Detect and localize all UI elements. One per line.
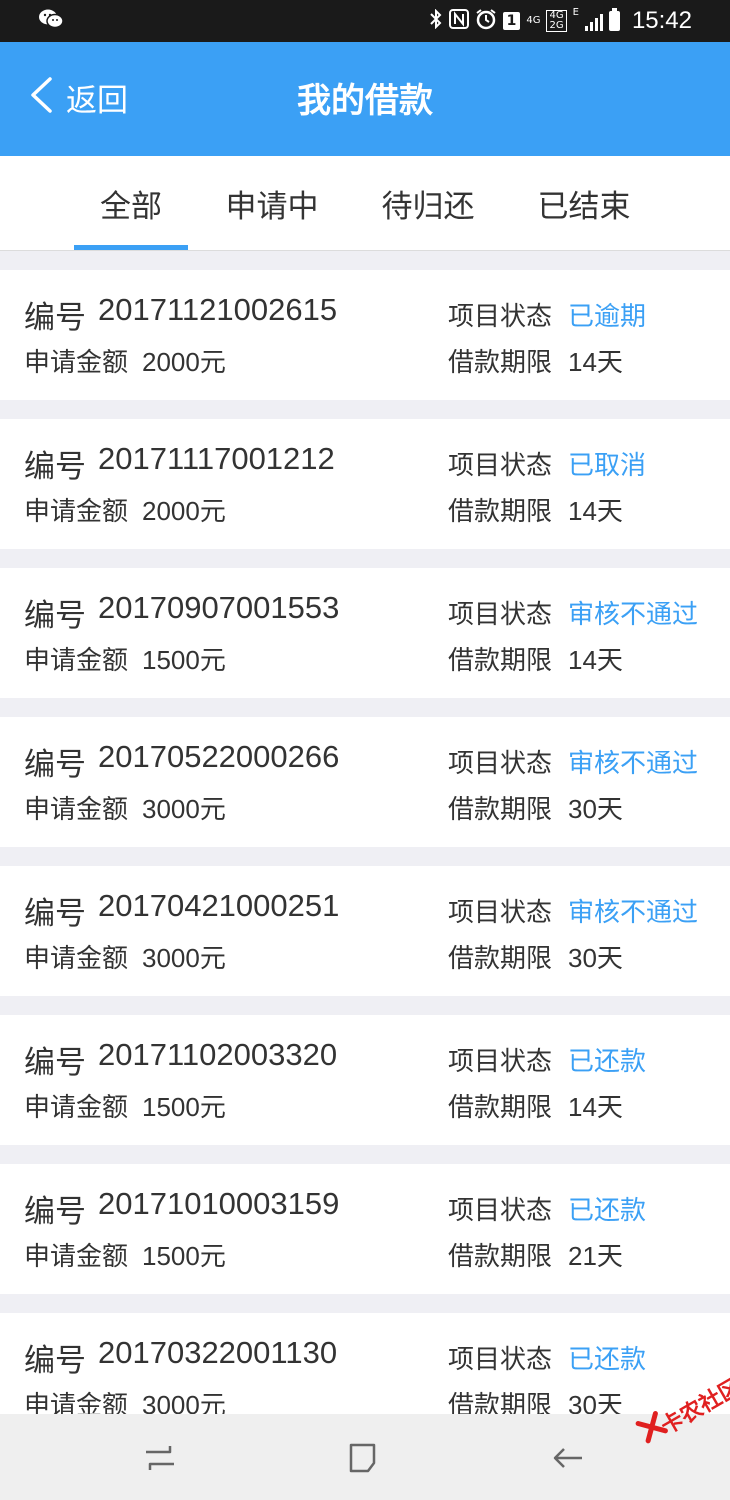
status-label: 项目状态 [448,600,553,630]
loan-card[interactable]: 编号 20170421000251 项目状态 审核不通过 申请金额 3000元 … [0,866,730,996]
amount-value: 1500元 [142,1092,226,1122]
loan-id-label: 编号 [24,896,86,932]
status-label: 项目状态 [448,1047,553,1077]
tab-label: 全部 [100,188,162,225]
amount-value: 2000元 [142,347,226,377]
status-value: 审核不通过 [568,749,699,779]
status-value: 已还款 [568,1196,647,1226]
loan-id-label: 编号 [24,1194,86,1230]
amount-label: 申请金额 [24,348,129,378]
tab-all[interactable]: 全部 [74,156,188,250]
tab-applying[interactable]: 申请中 [212,156,332,250]
term-label: 借款期限 [448,348,553,378]
status-value: 已还款 [568,1047,647,1077]
amount-value: 1500元 [142,1241,226,1271]
status-label: 项目状态 [448,749,553,779]
amount-label: 申请金额 [24,497,129,527]
back-arrow-icon[interactable] [550,1440,586,1476]
status-label: 项目状态 [448,1196,553,1226]
loan-id: 20171102003320 [98,1037,338,1072]
loan-card[interactable]: 编号 20171117001212 项目状态 已取消 申请金额 2000元 借款… [0,419,730,549]
loan-id: 20171010003159 [98,1186,340,1221]
term-label: 借款期限 [448,944,553,974]
amount-label: 申请金额 [24,944,129,974]
tab-to-repay[interactable]: 待归还 [368,156,488,250]
nfc-icon [448,9,469,33]
loan-card[interactable]: 编号 20170907001553 项目状态 审核不通过 申请金额 1500元 … [0,568,730,698]
loan-id-label: 编号 [24,747,86,783]
term-value: 30天 [568,794,623,824]
recent-apps-icon[interactable] [142,1440,178,1476]
amount-label: 申请金额 [24,1242,129,1272]
system-nav-bar [0,1414,730,1500]
loan-id-label: 编号 [24,449,86,485]
status-value: 已取消 [568,451,647,481]
term-value: 30天 [568,943,623,973]
amount-label: 申请金额 [24,1093,129,1123]
tab-label: 已结束 [537,188,631,225]
term-value: 14天 [568,1092,623,1122]
alarm-icon [475,8,497,34]
term-value: 14天 [568,645,623,675]
tab-label: 待归还 [381,188,475,225]
wechat-icon [38,8,64,34]
amount-value: 1500元 [142,645,226,675]
term-value: 14天 [568,347,623,377]
battery-icon [608,8,620,31]
loan-id: 20170522000266 [98,739,340,774]
loan-card[interactable]: 编号 20171102003320 项目状态 已还款 申请金额 1500元 借款… [0,1015,730,1145]
loan-id: 20170322001130 [98,1335,338,1370]
term-value: 21天 [568,1241,623,1271]
page-title: 我的借款 [297,81,433,121]
status-value: 审核不通过 [568,898,699,928]
amount-label: 申请金额 [24,795,129,825]
status-label: 项目状态 [448,451,553,481]
status-bar: 1 4G 4G 2G E 15:42 [0,0,730,42]
status-label: 项目状态 [448,1345,553,1375]
loan-id-label: 编号 [24,1343,86,1379]
sim-badge: 1 [502,12,521,30]
tab-bar: 全部 申请中 待归还 已结束 [0,156,730,251]
app-header: 返回 我的借款 [0,42,730,156]
loan-id-label: 编号 [24,598,86,634]
term-label: 借款期限 [448,795,553,825]
clock: 15:42 [631,7,692,34]
network-indicator-e: E [572,7,579,18]
loan-card[interactable]: 编号 20171121002615 项目状态 已逾期 申请金额 2000元 借款… [0,270,730,400]
loan-id: 20171117001212 [98,441,335,476]
status-label: 项目状态 [448,302,553,332]
amount-value: 3000元 [142,943,226,973]
status-value: 已逾期 [568,302,647,332]
loan-id-label: 编号 [24,300,86,336]
amount-value: 3000元 [142,794,226,824]
term-label: 借款期限 [448,497,553,527]
loan-id: 20170907001553 [98,590,340,625]
network-indicator-b: 4G 2G [546,10,567,32]
bluetooth-icon [429,8,443,33]
status-value: 已还款 [568,1345,647,1375]
tab-finished[interactable]: 已结束 [524,156,644,250]
loan-card[interactable]: 编号 20171010003159 项目状态 已还款 申请金额 1500元 借款… [0,1164,730,1294]
loan-id: 20171121002615 [98,292,338,327]
tab-label: 申请中 [225,188,319,225]
loan-card[interactable]: 编号 20170522000266 项目状态 审核不通过 申请金额 3000元 … [0,717,730,847]
term-label: 借款期限 [448,1242,553,1272]
home-icon[interactable] [346,1440,382,1476]
loan-id-label: 编号 [24,1045,86,1081]
signal-icon [584,11,603,31]
status-label: 项目状态 [448,898,553,928]
status-value: 审核不通过 [568,600,699,630]
term-label: 借款期限 [448,646,553,676]
loan-list: 编号 20171121002615 项目状态 已逾期 申请金额 2000元 借款… [0,270,730,1462]
loan-id: 20170421000251 [98,888,340,923]
amount-label: 申请金额 [24,646,129,676]
network-indicator-a: 4G [526,15,541,26]
amount-value: 2000元 [142,496,226,526]
term-label: 借款期限 [448,1093,553,1123]
term-value: 14天 [568,496,623,526]
